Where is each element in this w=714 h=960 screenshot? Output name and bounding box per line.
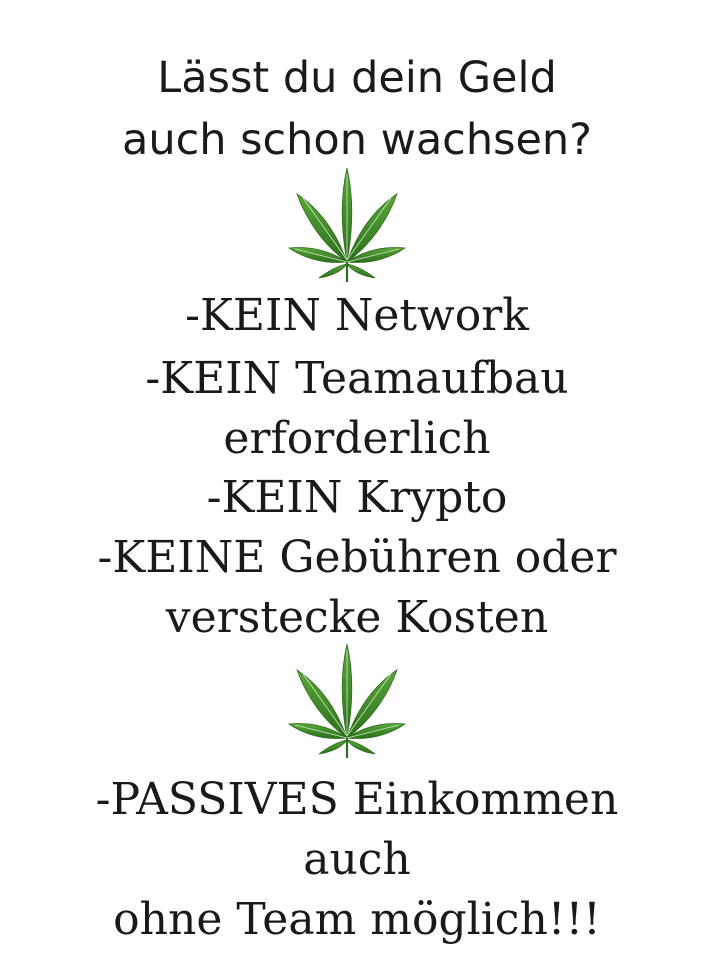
headline-line-1: Lässt du dein Geld	[157, 53, 557, 103]
meme-card: Lässt du dein Geld auch schon wachsen? -…	[0, 0, 714, 960]
cannabis-leaf-icon	[287, 167, 407, 282]
list-item-network: -KEIN Network	[185, 290, 529, 341]
list-item-team-line-2: erforderlich	[223, 413, 491, 464]
list-item-team-line-1: -KEIN Teamaufbau	[145, 353, 569, 404]
headline-line-2: auch schon wachsen?	[121, 115, 593, 165]
footer-line-3: ohne Team möglich!!!	[113, 894, 601, 945]
list-item-fees-line-2: verstecke Kosten	[165, 592, 549, 643]
cannabis-leaf-icon	[287, 643, 407, 758]
footer-line-1: -PASSIVES Einkommen	[95, 774, 619, 825]
list-item-crypto: -KEIN Krypto	[206, 472, 508, 523]
list-item-fees-line-1: -KEINE Gebühren oder	[97, 532, 617, 583]
footer-line-2: auch	[303, 834, 411, 885]
